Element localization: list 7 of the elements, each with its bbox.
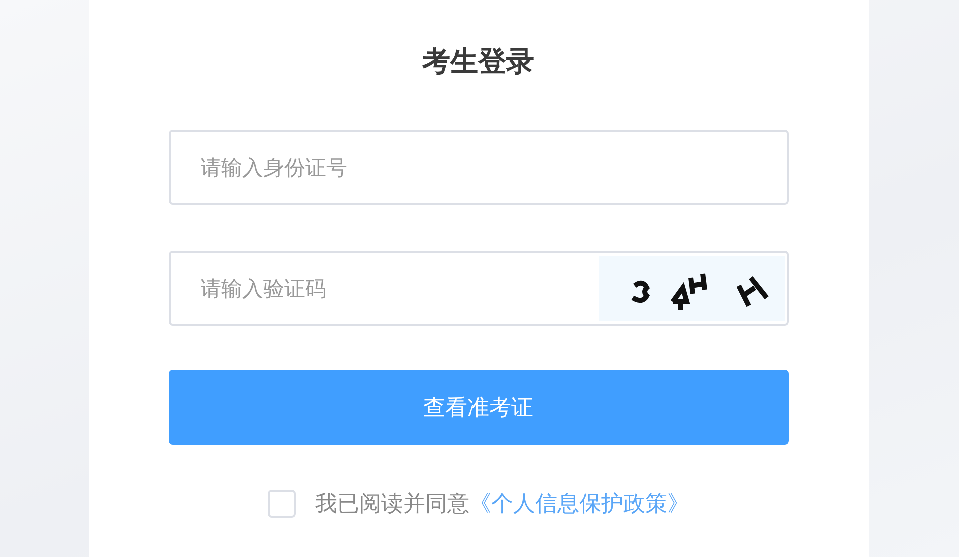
- captcha-input[interactable]: 请输入验证码: [170, 253, 598, 324]
- agreement-text: 我已阅读并同意《个人信息保护政策》: [316, 489, 690, 519]
- captcha-field[interactable]: 请输入验证码: [168, 251, 788, 326]
- login-title: 考生登录: [422, 44, 534, 80]
- privacy-policy-link[interactable]: 《个人信息保护政策》: [470, 489, 690, 519]
- view-admission-ticket-button[interactable]: 查看准考证: [168, 370, 788, 445]
- agreement-checkbox[interactable]: [268, 490, 296, 518]
